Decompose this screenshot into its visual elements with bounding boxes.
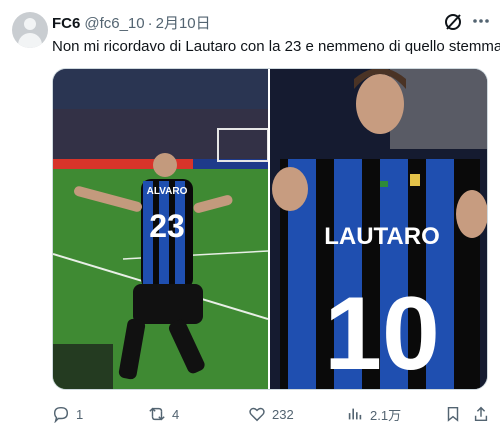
tweet-actions: 1 4 232 2.1万 <box>52 402 492 426</box>
author-name[interactable]: FC6 <box>52 15 80 32</box>
tweet-media[interactable]: ALVARO 23 LAUTARO 10 <box>52 68 488 390</box>
right-jersey-number: 10 <box>324 276 440 389</box>
share-icon <box>474 406 488 422</box>
views-count: 2.1万 <box>370 407 402 423</box>
grok-icon[interactable] <box>443 12 463 32</box>
like-button[interactable]: 232 <box>248 402 294 426</box>
right-jersey-name: LAUTARO <box>324 223 440 250</box>
reply-button[interactable]: 1 <box>52 402 83 426</box>
photo-lautaro-10[interactable]: LAUTARO 10 <box>270 69 487 389</box>
left-jersey-name: ALVARO <box>147 186 188 197</box>
share-button[interactable] <box>472 402 490 426</box>
retweet-icon <box>149 407 165 421</box>
views-button[interactable]: 2.1万 <box>346 402 401 426</box>
photo-right-scene: LAUTARO 10 <box>270 69 487 389</box>
like-icon <box>249 407 265 422</box>
like-count: 232 <box>272 406 294 422</box>
retweet-count: 4 <box>172 406 180 422</box>
left-jersey-number: 23 <box>149 208 185 244</box>
tweet-header: FC6 @fc6_10 · 2月10日 <box>52 12 211 32</box>
bookmark-icon <box>447 406 459 422</box>
bookmark-button[interactable] <box>444 402 462 426</box>
photo-left-scene: ALVARO 23 <box>53 69 269 389</box>
retweet-button[interactable]: 4 <box>148 402 179 426</box>
reply-icon <box>53 406 69 423</box>
photo-lautaro-23[interactable]: ALVARO 23 <box>53 69 270 389</box>
separator-dot: · <box>147 15 153 32</box>
reply-count: 1 <box>76 406 84 422</box>
tweet-date[interactable]: 2月10日 <box>156 12 211 33</box>
more-icon[interactable] <box>470 10 492 32</box>
avatar-head-shape <box>24 18 36 30</box>
views-icon <box>348 408 362 420</box>
tweet-text: Non mi ricordavo di Lautaro con la 23 e … <box>52 38 500 55</box>
author-handle[interactable]: @fc6_10 <box>84 15 144 32</box>
avatar-body-shape <box>18 33 42 48</box>
avatar[interactable] <box>12 12 48 48</box>
